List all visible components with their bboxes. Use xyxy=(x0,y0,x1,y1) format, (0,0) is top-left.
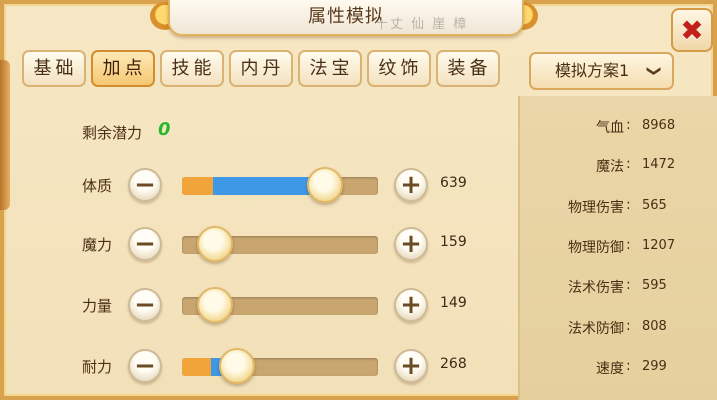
plus-icon: + xyxy=(400,170,422,200)
plan-select-value: 模拟方案1 xyxy=(555,61,630,80)
tab-treasure[interactable]: 法宝 xyxy=(298,50,362,87)
title-banner: 属性模拟 十丈 仙 崖 樟 xyxy=(168,0,524,36)
attr-value: 268 xyxy=(440,356,467,372)
frame-ornament xyxy=(0,60,10,210)
increase-button[interactable]: + xyxy=(394,349,428,383)
increase-button[interactable]: + xyxy=(394,168,428,202)
tab-add-points[interactable]: 加点 xyxy=(91,50,155,87)
tab-skills[interactable]: 技能 xyxy=(160,50,224,87)
attr-label: 魔力 xyxy=(82,236,113,254)
slider-base-fill xyxy=(182,358,212,376)
close-button[interactable]: ✖ xyxy=(671,8,713,52)
attr-slider-track[interactable] xyxy=(182,287,378,323)
stat-value: 1472 xyxy=(642,157,676,172)
stat-row-magic-def: 法术防御 : 808 xyxy=(520,315,717,339)
stat-name: 法术防御 xyxy=(568,321,624,337)
stat-row-mp: 魔法 : 1472 xyxy=(520,153,717,177)
increase-button[interactable]: + xyxy=(394,288,428,322)
attr-row-endurance: 耐力 − + 268 xyxy=(22,344,514,388)
attr-value: 159 xyxy=(440,234,467,250)
slider-base-fill xyxy=(182,177,214,195)
chevron-down-icon: ❯ xyxy=(646,65,663,77)
attr-row-strength: 力量 − + 149 xyxy=(22,283,514,327)
stat-colon: : xyxy=(626,237,631,253)
page-title: 属性模拟 xyxy=(308,6,384,27)
stat-row-magic-dmg: 法术伤害 : 595 xyxy=(520,274,717,298)
title-ink-decoration: 十丈 仙 崖 樟 xyxy=(375,17,469,32)
potential-label: 剩余潜力 xyxy=(82,124,143,142)
plus-icon: + xyxy=(400,229,422,259)
attr-row-constitution: 体质 − + 639 xyxy=(22,163,514,207)
attr-value: 149 xyxy=(440,295,467,311)
stat-colon: : xyxy=(626,358,631,374)
tab-patterns[interactable]: 纹饰 xyxy=(367,50,431,87)
stat-name: 速度 xyxy=(596,361,624,377)
stat-colon: : xyxy=(626,197,631,213)
minus-icon: − xyxy=(134,351,156,381)
stat-value: 1207 xyxy=(642,238,676,253)
stat-value: 808 xyxy=(642,319,667,334)
tab-equipment[interactable]: 装备 xyxy=(436,50,500,87)
attr-value: 639 xyxy=(440,175,467,191)
stat-name: 气血 xyxy=(596,120,624,136)
tab-bar: 基础 加点 技能 内丹 法宝 纹饰 装备 xyxy=(22,50,500,87)
stats-panel: 气血 : 8968 魔法 : 1472 物理伤害 : 565 物理防御 : 12… xyxy=(518,96,717,400)
slider-handle[interactable] xyxy=(197,287,234,323)
minus-icon: − xyxy=(134,290,156,320)
increase-button[interactable]: + xyxy=(394,227,428,261)
stat-value: 8968 xyxy=(642,118,676,133)
minus-icon: − xyxy=(134,170,156,200)
attr-label: 耐力 xyxy=(82,358,113,376)
stat-colon: : xyxy=(626,156,631,172)
stat-colon: : xyxy=(626,117,631,133)
potential-value: 0 xyxy=(158,119,171,140)
stat-colon: : xyxy=(626,277,631,293)
attr-row-magic: 魔力 − + 159 xyxy=(22,222,514,266)
decrease-button[interactable]: − xyxy=(128,288,162,322)
attr-label: 体质 xyxy=(82,177,113,195)
stat-name: 法术伤害 xyxy=(568,280,624,296)
stat-row-phys-dmg: 物理伤害 : 565 xyxy=(520,194,717,218)
close-icon: ✖ xyxy=(680,13,704,47)
tab-basic[interactable]: 基础 xyxy=(22,50,86,87)
plan-select[interactable]: 模拟方案1 ❯ xyxy=(529,52,674,90)
stat-value: 299 xyxy=(642,359,667,374)
stat-name: 魔法 xyxy=(596,159,624,175)
attr-slider-track[interactable] xyxy=(182,167,378,203)
stat-row-speed: 速度 : 299 xyxy=(520,355,717,379)
decrease-button[interactable]: − xyxy=(128,349,162,383)
attr-slider-track[interactable] xyxy=(182,348,378,384)
tab-inner-core[interactable]: 内丹 xyxy=(229,50,293,87)
stat-value: 595 xyxy=(642,278,667,293)
stat-name: 物理伤害 xyxy=(568,200,624,216)
slider-handle[interactable] xyxy=(307,167,344,203)
plus-icon: + xyxy=(400,351,422,381)
slider-handle[interactable] xyxy=(218,348,255,384)
decrease-button[interactable]: − xyxy=(128,227,162,261)
stat-colon: : xyxy=(626,318,631,334)
slider-handle[interactable] xyxy=(197,226,234,262)
stat-row-hp: 气血 : 8968 xyxy=(520,114,717,138)
stat-row-phys-def: 物理防御 : 1207 xyxy=(520,234,717,258)
attr-slider-track[interactable] xyxy=(182,226,378,262)
attribute-panel: 剩余潜力 0 体质 − + 639 魔力 − + 159 力量 − + 149 xyxy=(22,100,514,400)
minus-icon: − xyxy=(134,229,156,259)
decrease-button[interactable]: − xyxy=(128,168,162,202)
plus-icon: + xyxy=(400,290,422,320)
stat-value: 565 xyxy=(642,198,667,213)
attr-label: 力量 xyxy=(82,297,113,315)
stat-name: 物理防御 xyxy=(568,240,624,256)
